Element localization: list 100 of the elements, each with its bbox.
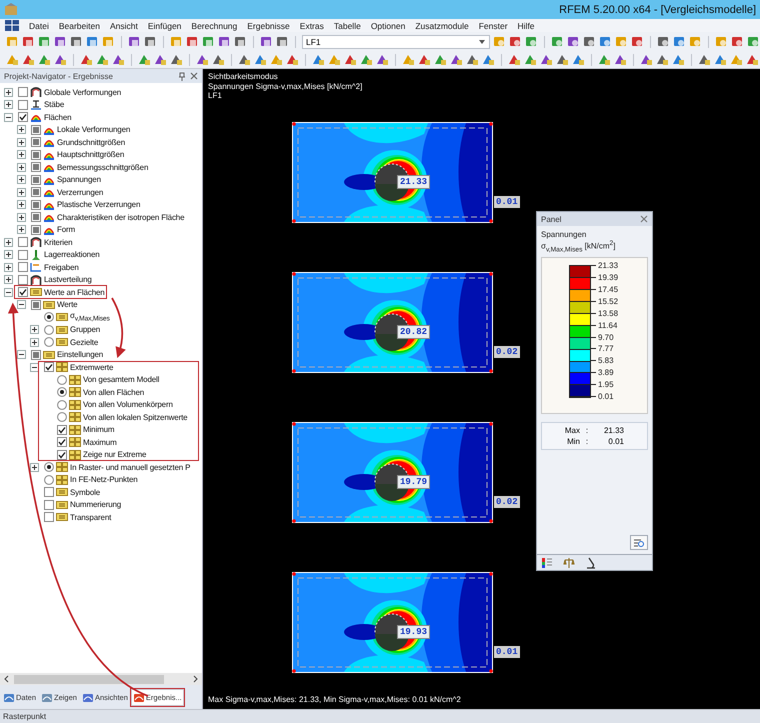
checkbox[interactable] <box>31 187 41 198</box>
expand-icon[interactable] <box>30 462 39 472</box>
tree-item[interactable]: Maximum <box>83 438 117 447</box>
toolbar-icon[interactable] <box>466 53 479 66</box>
close-icon[interactable] <box>190 72 198 80</box>
tree-item[interactable]: Freigaben <box>44 262 79 272</box>
scroll-left-icon[interactable] <box>3 675 10 683</box>
balance-icon[interactable] <box>563 556 575 568</box>
toolbar-icon[interactable] <box>186 35 199 48</box>
checkbox[interactable] <box>44 487 54 498</box>
checkbox[interactable] <box>18 237 28 248</box>
checkbox[interactable] <box>31 137 41 148</box>
toolbar-icon[interactable] <box>212 53 225 66</box>
tree-item[interactable]: Von gesamtem Modell <box>83 375 160 384</box>
toolbar-icon[interactable] <box>286 53 299 66</box>
toolbar-icon[interactable] <box>673 35 686 48</box>
horizontal-scrollbar[interactable] <box>0 673 202 685</box>
tree-item[interactable]: Bemessungsschnittgrößen <box>57 162 148 172</box>
tree-item[interactable]: Globale Verformungen <box>44 88 122 97</box>
checkbox[interactable] <box>18 112 28 122</box>
toolbar-icon[interactable] <box>254 53 267 66</box>
tree-item[interactable]: Von allen Flächen <box>83 388 144 397</box>
toolbar-icon[interactable] <box>218 35 231 48</box>
toolbar-icon[interactable] <box>656 53 669 66</box>
expand-icon[interactable] <box>17 138 26 147</box>
menu-item[interactable]: Datei <box>29 20 49 30</box>
toolbar-icon[interactable] <box>672 53 685 66</box>
tree-item[interactable]: Symbole <box>70 488 100 497</box>
toolbar-icon[interactable] <box>567 35 580 48</box>
radio-button[interactable] <box>44 474 54 485</box>
radio-button[interactable] <box>57 400 67 410</box>
toolbar-icon[interactable] <box>70 35 83 48</box>
tree-item[interactable]: Von allen Volumenkörpern <box>83 400 173 410</box>
radio-button[interactable] <box>57 374 67 385</box>
toolbar-icon[interactable] <box>112 53 125 66</box>
tree-item[interactable]: Werte <box>57 300 78 310</box>
menu-item[interactable]: Ergebnisse <box>247 20 290 30</box>
checkbox[interactable] <box>31 162 41 172</box>
zoom-button[interactable] <box>630 535 648 550</box>
tree-item[interactable]: σ$_{v,Max,Mises}$ <box>70 311 110 324</box>
checkbox[interactable] <box>57 450 67 460</box>
toolbar-icon[interactable] <box>418 53 431 66</box>
menu-item[interactable]: Einfügen <box>148 20 182 30</box>
tree-item[interactable]: Zeige nur Extreme <box>83 450 146 460</box>
checkbox[interactable] <box>18 250 28 260</box>
toolbar-icon[interactable] <box>556 53 569 66</box>
toolbar-icon[interactable] <box>22 53 35 66</box>
menu-item[interactable]: Hilfe <box>518 20 535 30</box>
toolbar-icon[interactable] <box>376 53 389 66</box>
expand-icon[interactable] <box>4 88 13 97</box>
toolbar-icon[interactable] <box>144 35 157 48</box>
pin-icon[interactable] <box>178 72 186 80</box>
load-case-dropdown[interactable]: LF1 <box>302 34 490 48</box>
toolbar-icon[interactable] <box>747 35 760 48</box>
expand-icon[interactable] <box>4 250 13 260</box>
expand-icon[interactable] <box>17 125 26 134</box>
radio-button[interactable] <box>57 412 67 422</box>
checkbox[interactable] <box>31 200 41 210</box>
checkbox[interactable] <box>44 362 54 372</box>
toolbar-icon[interactable] <box>344 53 357 66</box>
checkbox[interactable] <box>44 500 54 510</box>
tree-item[interactable]: Nummerierung <box>70 500 122 510</box>
expand-icon[interactable] <box>17 175 26 184</box>
toolbar-icon[interactable] <box>509 35 522 48</box>
menu-item[interactable]: Optionen <box>370 20 406 30</box>
tree-item[interactable]: Plastische Verzerrungen <box>57 200 140 210</box>
checkbox[interactable] <box>31 150 41 160</box>
toolbar-icon[interactable] <box>583 35 596 48</box>
toolbar-icon[interactable] <box>614 53 627 66</box>
tree-item[interactable]: Kriterien <box>44 238 72 247</box>
toolbar-icon[interactable] <box>599 35 612 48</box>
checkbox[interactable] <box>18 262 28 272</box>
menu-item[interactable]: Tabelle <box>334 20 361 30</box>
expand-icon[interactable] <box>17 225 26 234</box>
expand-icon[interactable] <box>17 188 26 197</box>
tree-item[interactable]: In FE-Netz-Punkten <box>70 475 138 484</box>
expand-icon[interactable] <box>17 150 26 160</box>
toolbar-icon[interactable] <box>54 35 67 48</box>
tree-item[interactable]: Flächen <box>44 112 72 122</box>
toolbar-icon[interactable] <box>22 35 35 48</box>
checkbox[interactable] <box>57 437 67 448</box>
tree-item[interactable]: Verzerrungen <box>57 188 104 197</box>
checkbox[interactable] <box>31 212 41 222</box>
tree-item[interactable]: Lagerreaktionen <box>44 250 100 260</box>
toolbar-icon[interactable] <box>276 35 289 48</box>
tree-item[interactable]: Hauptschnittgrößen <box>57 150 124 160</box>
tree-item[interactable]: Einstellungen <box>57 350 104 360</box>
checkbox[interactable] <box>18 287 28 298</box>
close-icon[interactable] <box>640 215 648 223</box>
radio-button[interactable] <box>57 387 67 398</box>
toolbar-icon[interactable] <box>714 53 727 66</box>
checkbox[interactable] <box>31 124 41 135</box>
toolbar-icon[interactable] <box>598 53 611 66</box>
checkbox[interactable] <box>31 224 41 235</box>
collapse-icon[interactable] <box>4 112 13 122</box>
expand-icon[interactable] <box>30 325 39 334</box>
checkbox[interactable] <box>31 350 41 360</box>
toolbar-icon[interactable] <box>698 53 711 66</box>
radio-button[interactable] <box>44 337 54 348</box>
tree-item[interactable]: Von allen lokalen Spitzenwerte <box>83 412 188 422</box>
